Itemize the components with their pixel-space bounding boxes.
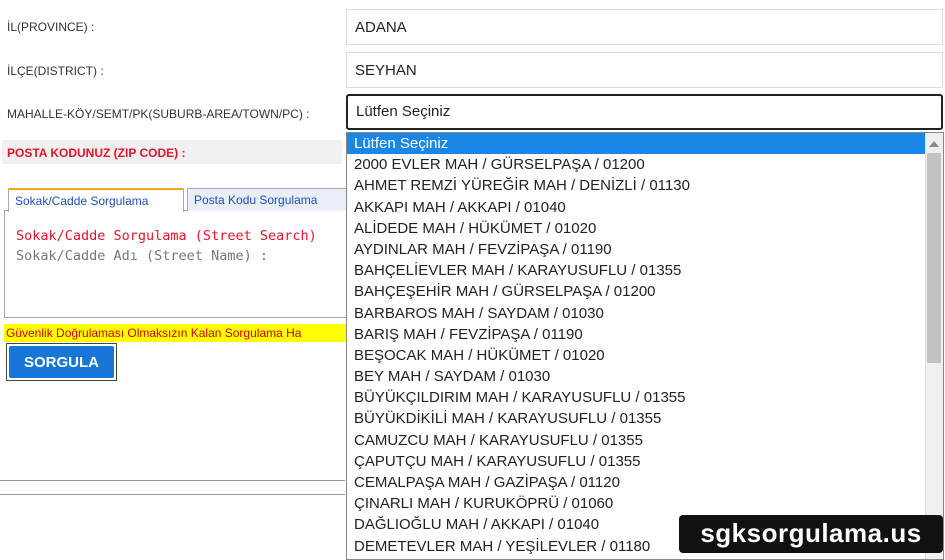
query-button[interactable]: SORGULA <box>9 346 114 378</box>
district-field[interactable]: SEYHAN <box>346 52 943 88</box>
dropdown-option[interactable]: ÇINARLI MAH / KURUKÖPRÜ / 01060 <box>347 493 943 514</box>
dropdown-option[interactable]: ALİDEDE MAH / HÜKÜMET / 01020 <box>347 218 943 239</box>
dropdown-option[interactable]: 2000 EVLER MAH / GÜRSELPAŞA / 01200 <box>347 154 943 175</box>
dropdown-option-selected[interactable]: Lütfen Seçiniz <box>347 133 943 155</box>
divider-line <box>0 494 345 495</box>
dropdown-option[interactable]: BÜYÜKDİKİLİ MAH / KARAYUSUFLU / 01355 <box>347 408 943 429</box>
province-label: İL(PROVINCE) : <box>7 20 95 34</box>
scrollbar-thumb[interactable] <box>927 153 941 363</box>
search-panel <box>4 210 347 318</box>
province-field[interactable]: ADANA <box>346 9 943 45</box>
divider-line <box>0 480 345 481</box>
suburb-label: MAHALLE-KÖY/SEMT/PK(SUBURB-AREA/TOWN/PC)… <box>7 107 310 121</box>
tab-zip-search[interactable]: Posta Kodu Sorgulama <box>187 188 347 211</box>
scroll-up-arrow-icon[interactable] <box>929 141 939 147</box>
dropdown-option[interactable]: BARIŞ MAH / FEVZİPAŞA / 01190 <box>347 324 943 345</box>
zip-label: POSTA KODUNUZ (ZIP CODE) : <box>7 146 186 160</box>
district-label: İLÇE(DISTRICT) : <box>7 64 104 78</box>
dropdown-option[interactable]: AHMET REMZİ YÜREĞİR MAH / DENİZLİ / 0113… <box>347 175 943 196</box>
dropdown-option[interactable]: BÜYÜKÇILDIRIM MAH / KARAYUSUFLU / 01355 <box>347 387 943 408</box>
dropdown-option[interactable]: CEMALPAŞA MAH / GAZİPAŞA / 01120 <box>347 472 943 493</box>
security-warning: Güvenlik Doğrulaması Olmaksızın Kalan So… <box>4 324 347 342</box>
street-name-label: Sokak/Cadde Adı (Street Name) : <box>16 248 268 264</box>
dropdown-option[interactable]: AKKAPI MAH / AKKAPI / 01040 <box>347 197 943 218</box>
watermark-logo: sgksorgulama.us <box>679 515 943 553</box>
dropdown-option[interactable]: BAHÇELİEVLER MAH / KARAYUSUFLU / 01355 <box>347 260 943 281</box>
suburb-dropdown-list[interactable]: Lütfen Seçiniz 2000 EVLER MAH / GÜRSELPAŞ… <box>346 132 944 560</box>
dropdown-option[interactable]: AYDINLAR MAH / FEVZİPAŞA / 01190 <box>347 239 943 260</box>
dropdown-options: Lütfen Seçiniz 2000 EVLER MAH / GÜRSELPAŞ… <box>347 133 943 557</box>
dropdown-option[interactable]: CAMUZCU MAH / KARAYUSUFLU / 01355 <box>347 430 943 451</box>
dropdown-scrollbar[interactable] <box>925 133 943 559</box>
suburb-select[interactable]: Lütfen Seçiniz <box>346 94 943 130</box>
dropdown-option[interactable]: ÇAPUTÇU MAH / KARAYUSUFLU / 01355 <box>347 451 943 472</box>
panel-title: Sokak/Cadde Sorgulama (Street Search) <box>16 228 317 244</box>
dropdown-option[interactable]: BEŞOCAK MAH / HÜKÜMET / 01020 <box>347 345 943 366</box>
dropdown-option[interactable]: BEY MAH / SAYDAM / 01030 <box>347 366 943 387</box>
query-button-frame: SORGULA <box>6 343 117 381</box>
dropdown-option[interactable]: BAHÇEŞEHİR MAH / GÜRSELPAŞA / 01200 <box>347 281 943 302</box>
dropdown-option[interactable]: BARBAROS MAH / SAYDAM / 01030 <box>347 303 943 324</box>
tab-street-search[interactable]: Sokak/Cadde Sorgulama <box>8 188 184 212</box>
